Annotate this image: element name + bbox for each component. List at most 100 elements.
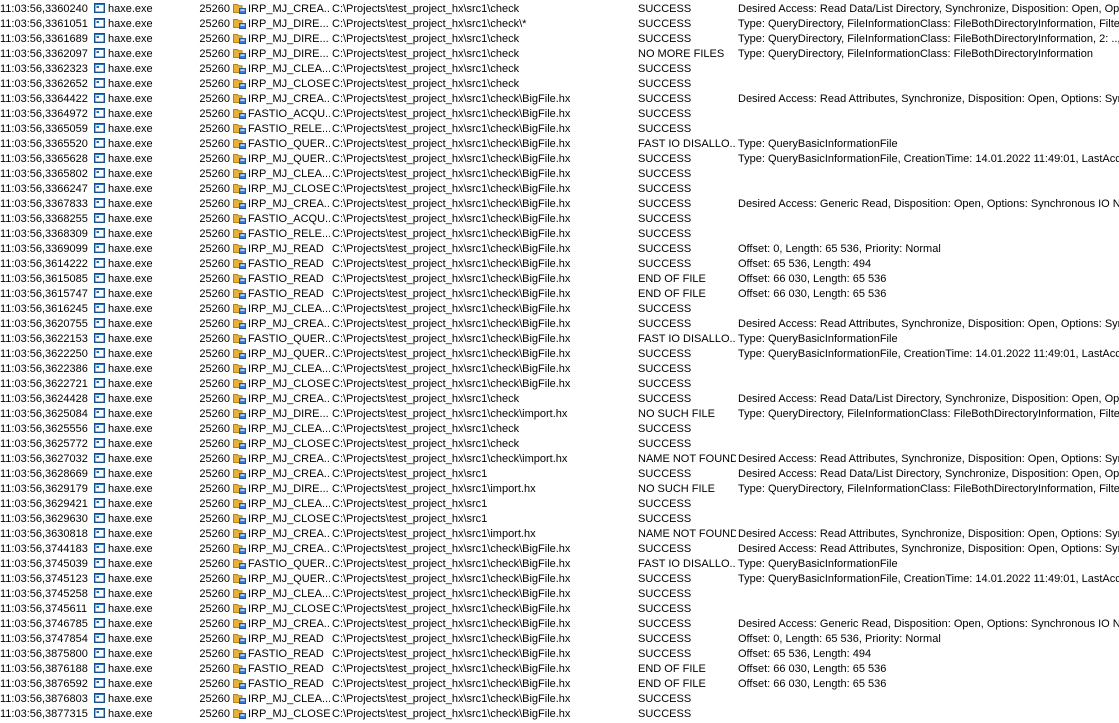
event-row[interactable]: 11:03:56,3620755 haxe.exe 25260 IRP_MJ_CREA… [0,317,1119,332]
event-row[interactable]: 11:03:56,3362323 haxe.exe 25260 IRP_MJ_CLEA… [0,62,1119,77]
event-row[interactable]: 11:03:56,3364972 haxe.exe 25260 FASTIO_ACQU… [0,107,1119,122]
process-name-cell: haxe.exe [94,317,194,332]
event-row[interactable]: 11:03:56,3360240 haxe.exe 25260 IRP_MJ_CREA… [0,2,1119,17]
event-row[interactable]: 11:03:56,3747854 haxe.exe 25260 IRP_MJ_READ… [0,632,1119,647]
event-row[interactable]: 11:03:56,3622386 haxe.exe 25260 IRP_MJ_CLEA… [0,362,1119,377]
event-row[interactable]: 11:03:56,3745123 haxe.exe 25260 IRP_MJ_QUER… [0,572,1119,587]
process-name-text: haxe.exe [108,168,153,180]
event-row[interactable]: 11:03:56,3622721 haxe.exe 25260 IRP_MJ_CLOS… [0,377,1119,392]
operation-text: IRP_MJ_CLEA... [248,693,330,705]
pid-cell: 25260 [199,438,230,450]
event-row[interactable]: 11:03:56,3362097 haxe.exe 25260 IRP_MJ_DIRE… [0,47,1119,62]
event-row[interactable]: 11:03:56,3746785 haxe.exe 25260 IRP_MJ_CREA… [0,617,1119,632]
time-of-day-cell: 11:03:56,3629630 [0,513,88,525]
event-row[interactable]: 11:03:56,3366247 haxe.exe 25260 IRP_MJ_CLOS… [0,182,1119,197]
process-name-text: haxe.exe [108,213,153,225]
pid-cell: 25260 [199,498,230,510]
event-row[interactable]: 11:03:56,3368309 haxe.exe 25260 FASTIO_RELE… [0,227,1119,242]
pid-cell: 25260 [199,108,230,120]
event-row[interactable]: 11:03:56,3877315 haxe.exe 25260 IRP_MJ_CLOS… [0,707,1119,722]
filesystem-operation-icon [233,348,246,359]
event-row[interactable]: 11:03:56,3365059 haxe.exe 25260 FASTIO_RELE… [0,122,1119,137]
event-row[interactable]: 11:03:56,3615747 haxe.exe 25260 FASTIO_READ… [0,287,1119,302]
time-of-day-cell: 11:03:56,3361689 [0,33,88,45]
event-row[interactable]: 11:03:56,3365520 haxe.exe 25260 FASTIO_QUER… [0,137,1119,152]
operation-text: IRP_MJ_CLOSE [248,708,330,720]
pid-cell: 25260 [199,453,230,465]
event-row[interactable]: 11:03:56,3622153 haxe.exe 25260 FASTIO_QUER… [0,332,1119,347]
detail-cell: Desired Access: Read Attributes, Synchro… [738,528,1119,540]
event-row[interactable]: 11:03:56,3745039 haxe.exe 25260 FASTIO_QUER… [0,557,1119,572]
event-row[interactable]: 11:03:56,3876803 haxe.exe 25260 IRP_MJ_CLEA… [0,692,1119,707]
detail-cell: Type: QueryBasicInformationFile, Creatio… [738,348,1119,360]
event-row[interactable]: 11:03:56,3627032 haxe.exe 25260 IRP_MJ_CREA… [0,452,1119,467]
exe-process-icon [94,258,105,268]
detail-cell: Type: QueryBasicInformationFile [738,138,898,150]
event-row[interactable]: 11:03:56,3367833 haxe.exe 25260 IRP_MJ_CREA… [0,197,1119,212]
event-row[interactable]: 11:03:56,3625084 haxe.exe 25260 IRP_MJ_DIRE… [0,407,1119,422]
event-row[interactable]: 11:03:56,3629421 haxe.exe 25260 IRP_MJ_CLEA… [0,497,1119,512]
exe-process-icon [94,678,105,688]
time-of-day-cell: 11:03:56,3876592 [0,678,88,690]
process-name-text: haxe.exe [108,288,153,300]
path-cell: C:\Projects\test_project_hx\src1\check [332,393,520,405]
event-row[interactable]: 11:03:56,3875800 haxe.exe 25260 FASTIO_READ… [0,647,1119,662]
event-row[interactable]: 11:03:56,3365628 haxe.exe 25260 IRP_MJ_QUER… [0,152,1119,167]
detail-cell: Offset: 0, Length: 65 536, Priority: Nor… [738,633,941,645]
event-row[interactable]: 11:03:56,3629630 haxe.exe 25260 IRP_MJ_CLOS… [0,512,1119,527]
pid-cell: 25260 [199,393,230,405]
event-row[interactable]: 11:03:56,3744183 haxe.exe 25260 IRP_MJ_CREA… [0,542,1119,557]
event-row[interactable]: 11:03:56,3628669 haxe.exe 25260 IRP_MJ_CREA… [0,467,1119,482]
event-row[interactable]: 11:03:56,3362652 haxe.exe 25260 IRP_MJ_CLOS… [0,77,1119,92]
event-row[interactable]: 11:03:56,3614222 haxe.exe 25260 FASTIO_READ… [0,257,1119,272]
filesystem-operation-icon [233,18,246,29]
event-row[interactable]: 11:03:56,3625556 haxe.exe 25260 IRP_MJ_CLEA… [0,422,1119,437]
event-row[interactable]: 11:03:56,3361051 haxe.exe 25260 IRP_MJ_DIRE… [0,17,1119,32]
event-row[interactable]: 11:03:56,3615085 haxe.exe 25260 FASTIO_READ… [0,272,1119,287]
event-row[interactable]: 11:03:56,3745611 haxe.exe 25260 IRP_MJ_CLOS… [0,602,1119,617]
pid-cell: 25260 [199,618,230,630]
event-row[interactable]: 11:03:56,3365802 haxe.exe 25260 IRP_MJ_CLEA… [0,167,1119,182]
detail-cell: Desired Access: Read Data/List Directory… [738,468,1119,480]
filesystem-operation-icon [233,633,246,644]
filesystem-operation-icon [233,588,246,599]
time-of-day-cell: 11:03:56,3625556 [0,423,88,435]
event-row[interactable]: 11:03:56,3629179 haxe.exe 25260 IRP_MJ_DIRE… [0,482,1119,497]
process-name-cell: haxe.exe [94,347,194,362]
time-of-day-cell: 11:03:56,3615747 [0,288,88,300]
event-row[interactable]: 11:03:56,3622250 haxe.exe 25260 IRP_MJ_QUER… [0,347,1119,362]
path-cell: C:\Projects\test_project_hx\src1\check\B… [332,603,571,615]
process-name-cell: haxe.exe [94,272,194,287]
event-row[interactable]: 11:03:56,3616245 haxe.exe 25260 IRP_MJ_CLEA… [0,302,1119,317]
time-of-day-cell: 11:03:56,3622386 [0,363,88,375]
time-of-day-cell: 11:03:56,3360240 [0,3,88,15]
event-row[interactable]: 11:03:56,3625772 haxe.exe 25260 IRP_MJ_CLOS… [0,437,1119,452]
process-name-text: haxe.exe [108,243,153,255]
detail-cell [738,167,1119,182]
event-row[interactable]: 11:03:56,3630818 haxe.exe 25260 IRP_MJ_CREA… [0,527,1119,542]
detail-cell [738,707,1119,722]
operation-text: IRP_MJ_READ [248,633,324,645]
event-row[interactable]: 11:03:56,3876592 haxe.exe 25260 FASTIO_READ… [0,677,1119,692]
exe-process-icon [94,498,105,508]
event-row[interactable]: 11:03:56,3745258 haxe.exe 25260 IRP_MJ_CLEA… [0,587,1119,602]
process-name-cell: haxe.exe [94,122,194,137]
event-row[interactable]: 11:03:56,3368255 haxe.exe 25260 FASTIO_ACQU… [0,212,1119,227]
event-row[interactable]: 11:03:56,3364422 haxe.exe 25260 IRP_MJ_CREA… [0,92,1119,107]
operation-cell: IRP_MJ_CREA... [233,452,330,467]
pid-cell: 25260 [199,423,230,435]
operation-text: IRP_MJ_QUER... [248,348,330,360]
result-cell: FAST IO DISALLO... [638,558,736,570]
pid-cell: 25260 [199,3,230,15]
operation-text: IRP_MJ_CLEA... [248,303,330,315]
operation-text: IRP_MJ_READ [248,243,324,255]
pid-cell: 25260 [199,33,230,45]
process-name-cell: haxe.exe [94,197,194,212]
exe-process-icon [94,423,105,433]
exe-process-icon [94,3,105,13]
detail-cell [738,182,1119,197]
event-row[interactable]: 11:03:56,3361689 haxe.exe 25260 IRP_MJ_DIRE… [0,32,1119,47]
event-row[interactable]: 11:03:56,3624428 haxe.exe 25260 IRP_MJ_CREA… [0,392,1119,407]
event-row[interactable]: 11:03:56,3876188 haxe.exe 25260 FASTIO_READ… [0,662,1119,677]
event-row[interactable]: 11:03:56,3369099 haxe.exe 25260 IRP_MJ_READ… [0,242,1119,257]
